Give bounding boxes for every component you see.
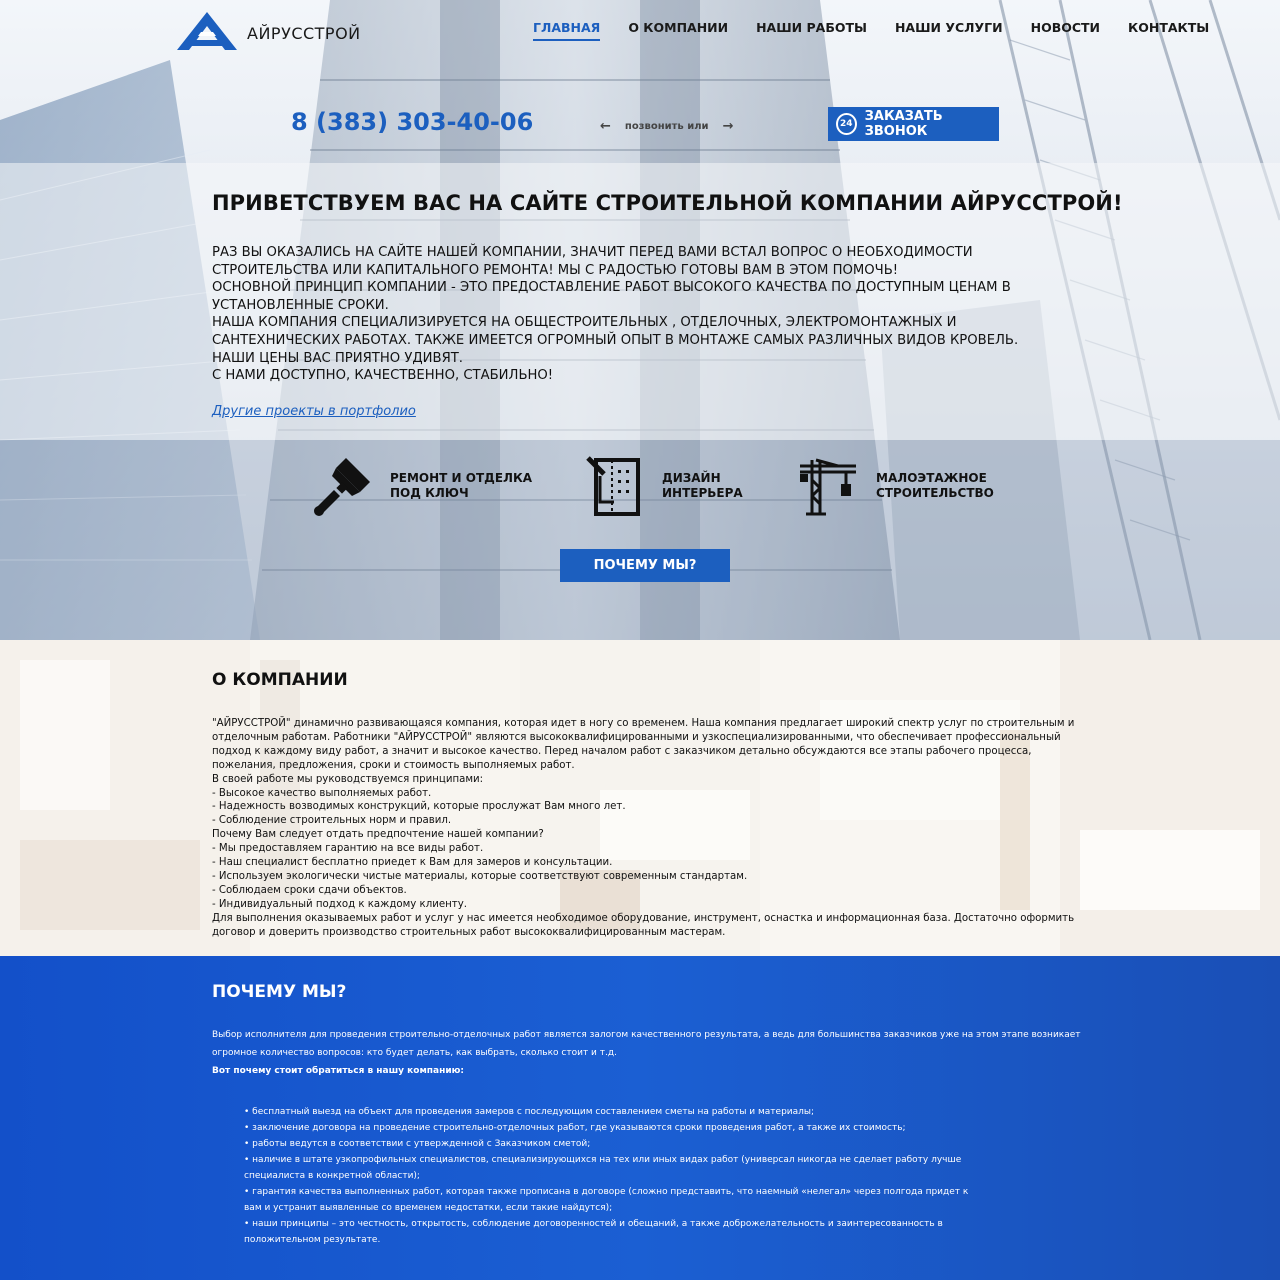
welcome-text: Раз вы оказались на сайте нашей компании… [212,244,1072,385]
nav-news[interactable]: НОВОСТИ [1031,20,1100,41]
service-label-line: МАЛОЭТАЖНОЕ [876,471,987,485]
why-intro: Выбор исполнителя для проведения строите… [212,1026,1082,1080]
why-list-item: • работы ведутся в соответствии с утверж… [244,1139,591,1149]
about-paragraph: - Мы предоставляем гарантию на все виды … [212,843,484,855]
why-list: • бесплатный выезд на объект для проведе… [244,1104,974,1248]
logo-mark-icon [177,12,237,50]
call-or: ← позвонить или → [600,119,733,134]
about-paragraph: - Соблюдаем сроки сдачи объектов. [212,884,407,896]
why-list-item: • гарантия качества выполненных работ, к… [244,1187,969,1213]
welcome-line: Раз вы оказались на сайте нашей компании… [212,245,973,278]
nav-services[interactable]: НАШИ УСЛУГИ [895,20,1003,41]
logo[interactable]: АЙРУССТРОЙ [175,10,361,52]
welcome-line: Наша компания специализируется на общест… [212,315,1019,348]
why-intro-bold: Вот почему стоит обратиться в нашу компа… [212,1066,464,1076]
service-design[interactable]: ДИЗАЙН ИНТЕРЬЕРА [584,456,743,516]
order-call-label: ЗАКАЗАТЬ ЗВОНОК [864,109,943,139]
nav-contacts[interactable]: КОНТАКТЫ [1128,20,1209,41]
why-intro-text: Выбор исполнителя для проведения строите… [212,1030,1081,1058]
service-design-label: ДИЗАЙН ИНТЕРЬЕРА [662,471,743,501]
about-paragraph: Почему Вам следует отдать предпочтение н… [212,829,544,841]
call-or-text: позвонить или [624,121,709,132]
service-renovation[interactable]: РЕМОНТ И ОТДЕЛКА ПОД КЛЮЧ [312,456,532,516]
service-label-line: ИНТЕРЬЕРА [662,486,743,500]
why-title: ПОЧЕМУ МЫ? [212,982,347,1002]
welcome-title: ПРИВЕТСТВУЕМ ВАС НА САЙТЕ СТРОИТЕЛЬНОЙ К… [212,191,1123,215]
about-paragraph: - Высокое качество выполняемых работ. [212,787,432,799]
why-list-item: • заключение договора на проведение стро… [244,1123,906,1133]
why-us-button[interactable]: ПОЧЕМУ МЫ? [560,549,730,582]
arrow-right-icon: → [722,119,734,134]
interior-design-icon [586,456,640,516]
nav-home[interactable]: ГЛАВНАЯ [533,20,601,41]
order-call-button[interactable]: 24 ЗАКАЗАТЬ ЗВОНОК [828,107,999,141]
why-list-item: • бесплатный выезд на объект для проведе… [244,1107,815,1117]
why-list-item: • наличие в штате узкопрофильных специал… [244,1155,962,1181]
site-header: АЙРУССТРОЙ ГЛАВНАЯ О КОМПАНИИ НАШИ РАБОТ… [0,0,1280,60]
nav-works[interactable]: НАШИ РАБОТЫ [756,20,867,41]
about-paragraph: - Соблюдение строительных норм и правил. [212,815,452,827]
phone-24-icon: 24 [836,113,857,135]
welcome-line: Основной принцип компании - это предоста… [212,280,1011,313]
about-paragraph: "АЙРУССТРОЙ" динамично развивающаяся ком… [212,718,1075,771]
about-paragraph: Для выполнения оказываемых работ и услуг… [212,912,1075,938]
about-paragraph: - Используем экологически чистые материа… [212,870,748,882]
welcome-line: С нами доступно, качественно, стабильно! [212,368,554,384]
arrow-left-icon: ← [600,119,611,134]
about-paragraph: В своей работе мы руководствуемся принци… [212,773,484,785]
portfolio-link[interactable]: Другие проекты в портфолио [212,404,416,419]
service-label-line: ДИЗАЙН [662,471,721,485]
service-construction[interactable]: МАЛОЭТАЖНОЕ СТРОИТЕЛЬСТВО [798,456,994,516]
why-list-item: • наши принципы – это честность, открыто… [244,1219,943,1245]
crane-icon [800,458,856,516]
main-nav: ГЛАВНАЯ О КОМПАНИИ НАШИ РАБОТЫ НАШИ УСЛУ… [533,20,1237,41]
about-paragraph: - Наш специалист бесплатно приедет к Вам… [212,857,613,869]
paint-brush-icon [314,458,370,516]
about-paragraph: - Надежность возводимых конструкций, кот… [212,801,626,813]
about-title: О КОМПАНИИ [212,670,348,690]
about-text: "АЙРУССТРОЙ" динамично развивающаяся ком… [212,717,1082,940]
phone-number[interactable]: 8 (383) 303-40-06 [291,108,533,136]
logo-text: АЙРУССТРОЙ [247,23,361,43]
about-paragraph: - Индивидуальный подход к каждому клиент… [212,898,467,910]
service-construction-label: МАЛОЭТАЖНОЕ СТРОИТЕЛЬСТВО [876,471,994,501]
service-renovation-label: РЕМОНТ И ОТДЕЛКА ПОД КЛЮЧ [390,471,532,501]
service-label-line: РЕМОНТ И ОТДЕЛКА [390,471,533,485]
service-label-line: СТРОИТЕЛЬСТВО [876,486,994,500]
welcome-line: Наши цены вас приятно удивят. [212,350,463,366]
nav-about[interactable]: О КОМПАНИИ [628,20,728,41]
service-label-line: ПОД КЛЮЧ [390,486,469,500]
